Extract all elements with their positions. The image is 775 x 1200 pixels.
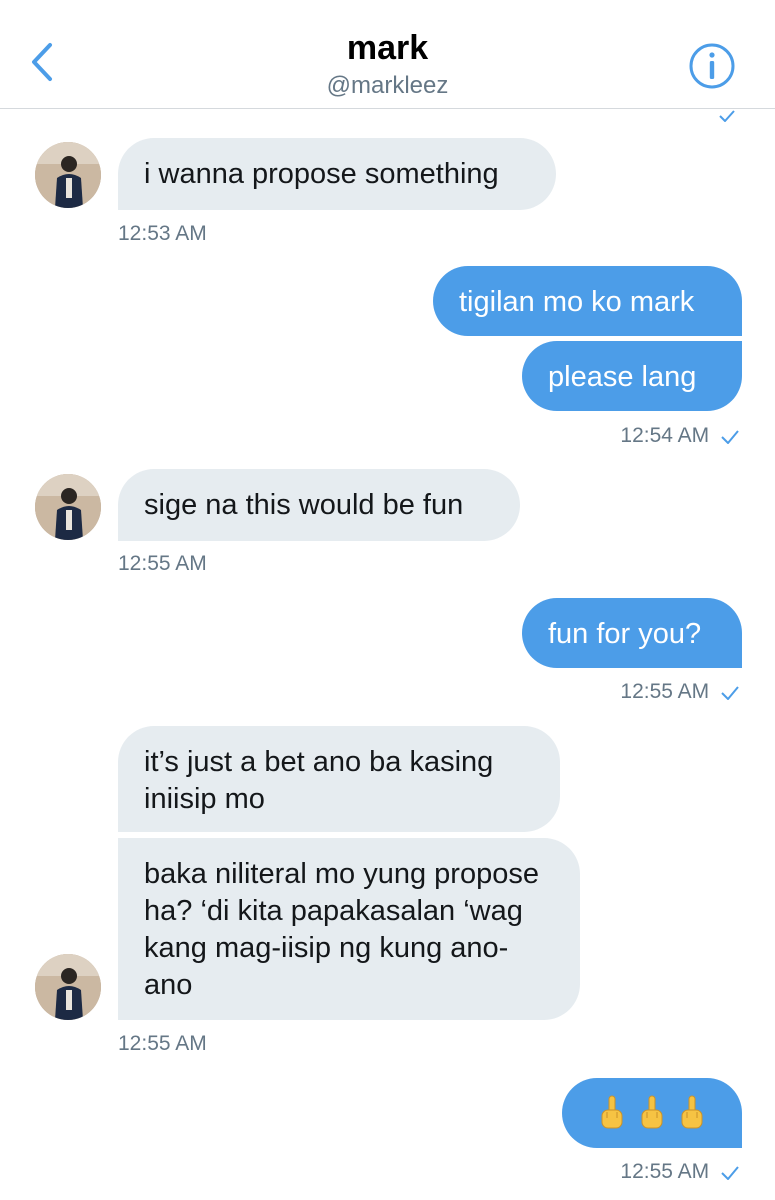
info-button[interactable]: [688, 42, 736, 90]
message-timestamp: 12:53 AM: [118, 222, 207, 245]
avatar[interactable]: [35, 954, 101, 1020]
message-text: please lang: [548, 361, 697, 393]
message-text: i wanna propose something: [144, 158, 499, 190]
message-timestamp: 12:55 AM: [620, 678, 739, 706]
avatar[interactable]: [35, 474, 101, 540]
read-check-icon: [721, 1166, 739, 1180]
message-timestamp: 12:55 AM: [118, 552, 207, 575]
read-check-icon: [721, 686, 739, 700]
middle-finger-emoji-icon: [681, 1095, 703, 1129]
message-bubble[interactable]: 🖕🖕🖕: [562, 1078, 742, 1148]
conversation-title-block[interactable]: mark @markleez: [0, 28, 775, 102]
message-text: sige na this would be fun: [144, 489, 464, 521]
message-bubble[interactable]: please lang: [522, 341, 742, 411]
middle-finger-emoji-icon: [601, 1095, 623, 1129]
message-timestamp: 12:55 AM: [620, 1158, 739, 1186]
message-timestamp: 12:54 AM: [620, 422, 739, 450]
message-bubble[interactable]: fun for you?: [522, 598, 742, 668]
read-check-icon: [721, 430, 739, 444]
message-bubble[interactable]: baka niliteral mo yung propose ha? ‘di k…: [118, 838, 580, 1020]
contact-name: mark: [346, 29, 429, 67]
message-bubble[interactable]: i wanna propose something: [118, 138, 556, 210]
avatar[interactable]: [35, 142, 101, 208]
conversation-header: mark @markleez: [0, 0, 775, 109]
message-bubble[interactable]: tigilan mo ko mark: [433, 266, 742, 336]
read-check-icon: [719, 110, 735, 122]
message-text: fun for you?: [548, 618, 702, 650]
contact-handle: @markleez: [326, 72, 449, 99]
middle-finger-emoji-icon: [641, 1095, 663, 1129]
message-bubble[interactable]: sige na this would be fun: [118, 469, 520, 541]
emoji-row: [562, 1078, 742, 1148]
message-text: baka niliteral mo yung propose ha? ‘di k…: [144, 858, 539, 1001]
info-icon: [689, 43, 735, 89]
message-timestamp: 12:55 AM: [118, 1032, 207, 1055]
message-text: it’s just a bet ano ba kasing iniisip mo: [144, 746, 494, 815]
message-bubble[interactable]: it’s just a bet ano ba kasing iniisip mo: [118, 726, 560, 832]
message-text: tigilan mo ko mark: [459, 286, 695, 318]
